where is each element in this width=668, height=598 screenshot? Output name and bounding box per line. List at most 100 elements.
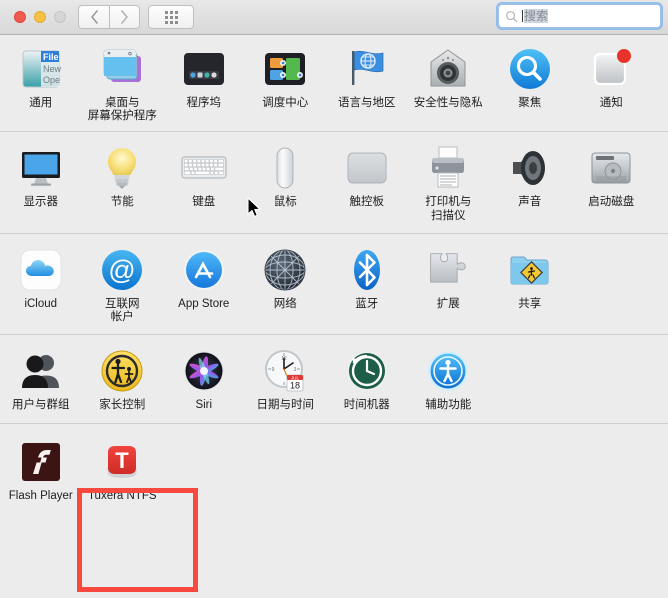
svg-text:@: @ — [109, 255, 136, 285]
pref-pane-empty — [571, 246, 653, 324]
back-button[interactable] — [78, 5, 109, 29]
minimize-button[interactable] — [34, 11, 46, 23]
printers-scanners-icon — [424, 144, 472, 192]
pref-pane-desktop-screensaver[interactable]: 桌面与 屏幕保护程序 — [82, 45, 164, 123]
group-internet-wireless: iCloud @ 互联网 帐户 App Store 网络 蓝牙 扩展 共享 — [0, 232, 668, 334]
general-icon: File New Ope — [17, 45, 65, 93]
window-controls — [14, 11, 66, 23]
pref-pane-label: 蓝牙 — [355, 297, 379, 310]
group-personal: File New Ope 通用 桌面与 屏幕保护程序 程序坞 调度中心 语言与地… — [0, 35, 668, 131]
pref-pane-label: 安全性与隐私 — [413, 97, 483, 109]
pref-pane-label: 打印机与 扫描仪 — [425, 196, 472, 222]
pref-pane-network[interactable]: 网络 — [245, 246, 327, 324]
pref-pane-label: 用户与群组 — [12, 399, 70, 412]
pref-pane-extensions[interactable]: 扩展 — [408, 246, 490, 324]
svg-text:3: 3 — [294, 367, 297, 373]
pref-pane-internet-accounts[interactable]: @ 互联网 帐户 — [82, 246, 164, 324]
pref-pane-general[interactable]: File New Ope 通用 — [0, 45, 82, 123]
group-third-party: Flash Player T Tuxera NTFS — [0, 422, 668, 514]
siri-icon — [180, 347, 228, 395]
pref-pane-label: 日期与时间 — [256, 399, 315, 412]
pref-pane-label: 调度中心 — [262, 97, 309, 109]
pref-pane-language-region[interactable]: 语言与地区 — [326, 45, 408, 123]
pref-pane-label: 共享 — [518, 297, 542, 310]
pref-pane-label: 键盘 — [192, 196, 216, 209]
pref-pane-mission-control[interactable]: 调度中心 — [245, 45, 327, 123]
group-system: 用户与群组 家长控制 Siri 3 9 JUL 18 日期与时间 时间机器 辅助… — [0, 334, 668, 423]
pref-pane-label: 扩展 — [436, 297, 460, 310]
pref-pane-sharing[interactable]: 共享 — [489, 246, 571, 324]
pref-pane-notifications[interactable]: 通知 — [571, 45, 653, 123]
pref-pane-trackpad[interactable]: 触控板 — [326, 144, 408, 222]
sound-icon — [506, 144, 554, 192]
accessibility-icon — [424, 347, 472, 395]
pref-pane-icloud[interactable]: iCloud — [0, 246, 82, 324]
pref-pane-flash-player[interactable]: Flash Player — [0, 438, 82, 504]
pref-pane-label: 家长控制 — [99, 399, 146, 412]
pref-pane-tuxera-ntfs[interactable]: T Tuxera NTFS — [82, 438, 164, 504]
app-store-icon — [180, 246, 228, 294]
extensions-icon — [424, 246, 472, 294]
forward-button[interactable] — [109, 5, 140, 29]
pref-pane-date-time[interactable]: 12 3 9 JUL 18 日期与时间 — [245, 347, 327, 413]
pref-pane-label: App Store — [178, 297, 230, 310]
pref-pane-energy-saver[interactable]: 节能 — [82, 144, 164, 222]
keyboard-icon — [180, 144, 228, 192]
preferences-grid: File New Ope 通用 桌面与 屏幕保护程序 程序坞 调度中心 语言与地… — [0, 35, 668, 598]
pref-pane-sound[interactable]: 声音 — [489, 144, 571, 222]
pref-pane-label: 程序坞 — [186, 97, 222, 109]
pref-pane-dock[interactable]: 程序坞 — [163, 45, 245, 123]
pref-pane-users-groups[interactable]: 用户与群组 — [0, 347, 82, 413]
system-preferences-window: 搜索 File New Ope 通用 桌面与 屏幕保护程序 程序坞 调度中心 语… — [0, 0, 668, 598]
svg-text:9: 9 — [272, 367, 275, 373]
pref-pane-security-privacy[interactable]: 安全性与隐私 — [408, 45, 490, 123]
pref-pane-displays[interactable]: 显示器 — [0, 144, 82, 222]
pref-pane-label: 节能 — [110, 196, 134, 209]
pref-pane-label: 通知 — [599, 97, 623, 109]
pref-pane-accessibility[interactable]: 辅助功能 — [408, 347, 490, 413]
trackpad-icon — [343, 144, 391, 192]
svg-text:Ope: Ope — [43, 75, 60, 85]
pref-pane-startup-disk[interactable]: 启动磁盘 — [571, 144, 653, 222]
date-badge-day: 18 — [290, 381, 300, 391]
pref-pane-label: 聚焦 — [518, 97, 542, 109]
pref-pane-label: 声音 — [518, 196, 542, 209]
pref-pane-app-store[interactable]: App Store — [163, 246, 245, 324]
tuxera-ntfs-icon: T — [98, 438, 146, 486]
search-field[interactable]: 搜索 — [498, 4, 661, 28]
pref-pane-label: 辅助功能 — [425, 399, 472, 412]
bluetooth-icon — [343, 246, 391, 294]
dock-icon — [180, 45, 228, 93]
notifications-icon — [587, 45, 635, 93]
pref-pane-time-machine[interactable]: 时间机器 — [326, 347, 408, 413]
pref-pane-siri[interactable]: Siri — [163, 347, 245, 413]
language-region-icon — [343, 45, 391, 93]
search-placeholder: 搜索 — [524, 9, 549, 23]
users-groups-icon — [17, 347, 65, 395]
startup-disk-icon — [587, 144, 635, 192]
pref-pane-parental-controls[interactable]: 家长控制 — [82, 347, 164, 413]
pref-pane-label: 通用 — [29, 97, 53, 109]
pref-pane-printers-scanners[interactable]: 打印机与 扫描仪 — [408, 144, 490, 222]
energy-saver-icon — [98, 144, 146, 192]
sharing-icon — [506, 246, 554, 294]
pref-pane-keyboard[interactable]: 键盘 — [163, 144, 245, 222]
text-caret — [522, 10, 523, 22]
pref-pane-label: Tuxera NTFS — [87, 489, 157, 502]
pref-pane-label: Siri — [195, 399, 213, 412]
flash-player-icon — [17, 438, 65, 486]
svg-text:File: File — [43, 52, 59, 62]
pref-pane-label: 时间机器 — [343, 399, 390, 412]
network-icon — [261, 246, 309, 294]
mouse-cursor — [247, 197, 261, 218]
pref-pane-label: 触控板 — [349, 196, 385, 209]
icloud-icon — [17, 246, 65, 294]
pref-pane-label: 语言与地区 — [338, 97, 396, 109]
internet-accounts-icon: @ — [98, 246, 146, 294]
window-titlebar: 搜索 — [0, 0, 668, 35]
pref-pane-bluetooth[interactable]: 蓝牙 — [326, 246, 408, 324]
pref-pane-spotlight[interactable]: 聚焦 — [489, 45, 571, 123]
date-time-icon: 12 3 9 JUL 18 — [261, 347, 309, 395]
show-all-button[interactable] — [148, 5, 194, 29]
close-button[interactable] — [14, 11, 26, 23]
